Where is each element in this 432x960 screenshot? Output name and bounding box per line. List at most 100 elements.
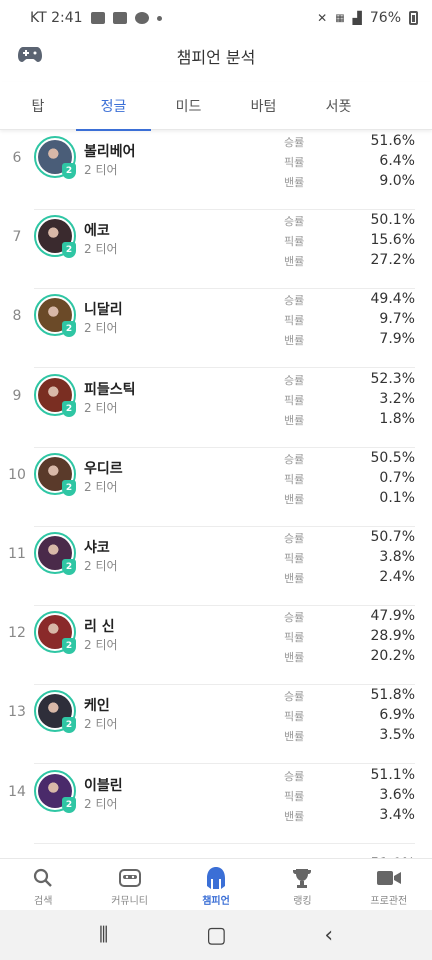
ban-rate-value: 2.4% xyxy=(379,569,415,585)
champion-name: 에코 xyxy=(84,223,110,240)
mute-icon: ✕ xyxy=(317,11,328,25)
win-rate-value: 50.1% xyxy=(370,212,415,229)
win-rate-value: 50.7% xyxy=(370,529,415,545)
pick-rate-value: 3.8% xyxy=(379,549,415,565)
champion-name: 케인 xyxy=(84,698,110,715)
nav-item-0[interactable]: 검색 xyxy=(0,859,86,910)
champion-tier: 2 티어 xyxy=(84,479,118,494)
win-rate-value: 51.6% xyxy=(370,133,415,149)
tab-0[interactable]: 탑 xyxy=(0,82,76,130)
nav-item-2[interactable]: 챔피언 xyxy=(173,859,259,910)
ban-rate-value: 1.8% xyxy=(379,410,415,427)
community-icon xyxy=(117,867,143,889)
champion-avatar: 2 xyxy=(34,452,76,496)
win-rate-label: 승률 xyxy=(284,769,305,783)
champion-row[interactable]: 8 2 니달리 2 티어 승률 49.4% 픽률 9.7% 밴률 7.9% xyxy=(0,289,432,369)
champion-row-partial[interactable]: 승률51.0% xyxy=(0,844,432,858)
champion-tier: 2 티어 xyxy=(84,796,118,811)
champion-row[interactable]: 11 2 샤코 2 티어 승률 50.7% 픽률 3.8% 밴률 2.4% xyxy=(0,527,432,606)
champion-rank: 14 xyxy=(8,783,26,800)
champion-rank: 12 xyxy=(8,625,26,642)
pick-rate-value: 0.7% xyxy=(379,469,415,486)
champion-name: 니달리 xyxy=(84,302,123,319)
page-title: 챔피언 분석 xyxy=(176,48,256,67)
system-nav-bar: ⦀ ▢ ‹ xyxy=(0,910,432,960)
nav-item-4[interactable]: 프로관전 xyxy=(346,859,432,910)
tier-badge: 2 xyxy=(62,321,76,338)
pick-rate-label: 픽률 xyxy=(284,710,305,724)
volte-icon: ▦ xyxy=(335,12,345,24)
champion-row[interactable]: 9 2 피들스틱 2 티어 승률 52.3% 픽률 3.2% 밴률 1.8% xyxy=(0,369,432,448)
tier-badge: 2 xyxy=(62,796,76,813)
pick-rate-value: 15.6% xyxy=(370,232,415,249)
win-rate-label: 승률 xyxy=(284,136,305,149)
message-icon xyxy=(112,12,127,24)
tier-badge: 2 xyxy=(62,479,76,496)
nav-item-3[interactable]: 랭킹 xyxy=(259,859,345,910)
champion-name: 샤코 xyxy=(84,540,110,556)
champion-avatar: 2 xyxy=(34,769,76,813)
back-icon[interactable]: ‹ xyxy=(324,923,333,948)
ban-rate-label: 밴률 xyxy=(284,255,305,269)
ban-rate-label: 밴률 xyxy=(284,413,305,427)
champion-row[interactable]: 6 2 볼리베어 2 티어 승률 51.6% 픽률 6.4% 밴률 9.0% xyxy=(0,131,432,210)
ban-rate-value: 0.1% xyxy=(379,489,415,506)
champion-tier: 2 티어 xyxy=(84,321,118,336)
signal-icon: ▟ xyxy=(352,11,362,25)
win-rate-value: 52.3% xyxy=(370,370,415,387)
nav-item-1[interactable]: 커뮤니티 xyxy=(86,859,172,910)
nav-label: 랭킹 xyxy=(293,896,312,907)
position-tabs: 탑 정글 미드 바텀 서폿 xyxy=(0,82,432,131)
champion-avatar: 2 xyxy=(34,215,76,259)
recent-apps-icon[interactable]: ⦀ xyxy=(99,923,109,948)
champion-row[interactable]: 12 2 리 신 2 티어 승률 47.9% 픽률 28.9% 밴률 20.2% xyxy=(0,606,432,686)
champion-avatar: 2 xyxy=(34,294,76,338)
champion-rank: 6 xyxy=(12,150,22,166)
champion-rank: 9 xyxy=(12,387,22,404)
champion-row[interactable]: 10 2 우디르 2 티어 승률 50.5% 픽률 0.7% 밴률 0.1% xyxy=(0,448,432,527)
pick-rate-value: 3.6% xyxy=(379,786,415,803)
carrier-time: KT 2:41 xyxy=(30,10,83,26)
game-controller-icon[interactable] xyxy=(18,45,42,63)
champion-tier: 2 티어 xyxy=(84,400,118,415)
win-rate-value: 51.8% xyxy=(370,687,415,704)
ban-rate-label: 밴률 xyxy=(284,176,305,189)
tab-1[interactable]: 정글 xyxy=(76,82,151,131)
champion-row[interactable]: 7 2 에코 2 티어 승률 50.1% 픽률 15.6% 밴률 27.2% xyxy=(0,210,432,290)
pick-rate-label: 픽률 xyxy=(284,156,305,169)
pick-rate-value: 28.9% xyxy=(370,628,415,645)
nav-label: 커뮤니티 xyxy=(111,896,149,907)
notification-dot-icon xyxy=(156,15,162,21)
ban-rate-value: 20.2% xyxy=(370,648,415,665)
champion-row[interactable]: 13 2 케인 2 티어 승률 51.8% 픽률 6.9% 밴률 3.5% xyxy=(0,685,432,765)
camera-icon xyxy=(376,867,402,889)
champion-avatar: 2 xyxy=(34,373,76,417)
chat-icon xyxy=(134,12,149,24)
pick-rate-value: 9.7% xyxy=(379,311,415,328)
ban-rate-value: 3.4% xyxy=(379,806,415,823)
tab-4[interactable]: 서폿 xyxy=(301,82,376,130)
ban-rate-label: 밴률 xyxy=(284,809,305,823)
champion-name: 우디르 xyxy=(84,460,123,477)
nav-label: 챔피언 xyxy=(202,896,230,907)
tab-2[interactable]: 미드 xyxy=(151,82,226,130)
win-rate-value: 51.1% xyxy=(370,766,415,783)
tab-3[interactable]: 바텀 xyxy=(226,82,301,130)
home-icon[interactable]: ▢ xyxy=(206,923,227,948)
ban-rate-label: 밴률 xyxy=(284,334,305,348)
champion-tier: 2 티어 xyxy=(84,242,118,257)
tier-badge: 2 xyxy=(62,400,76,417)
champion-rank: 7 xyxy=(12,229,22,246)
champion-row[interactable]: 14 2 이블린 2 티어 승률 51.1% 픽률 3.6% 밴률 3.4% xyxy=(0,765,432,844)
champion-rank: 13 xyxy=(8,704,26,721)
battery-icon xyxy=(409,11,418,25)
pick-rate-value: 3.2% xyxy=(379,390,415,407)
ban-rate-label: 밴률 xyxy=(284,492,305,506)
win-rate-label: 승률 xyxy=(284,611,305,625)
champion-tier: 2 티어 xyxy=(84,717,118,732)
helmet-icon xyxy=(203,867,229,889)
pick-rate-value: 6.9% xyxy=(379,707,415,724)
battery-percent: 76% xyxy=(369,10,401,26)
nav-label: 프로관전 xyxy=(370,896,408,907)
search-icon xyxy=(30,867,56,889)
